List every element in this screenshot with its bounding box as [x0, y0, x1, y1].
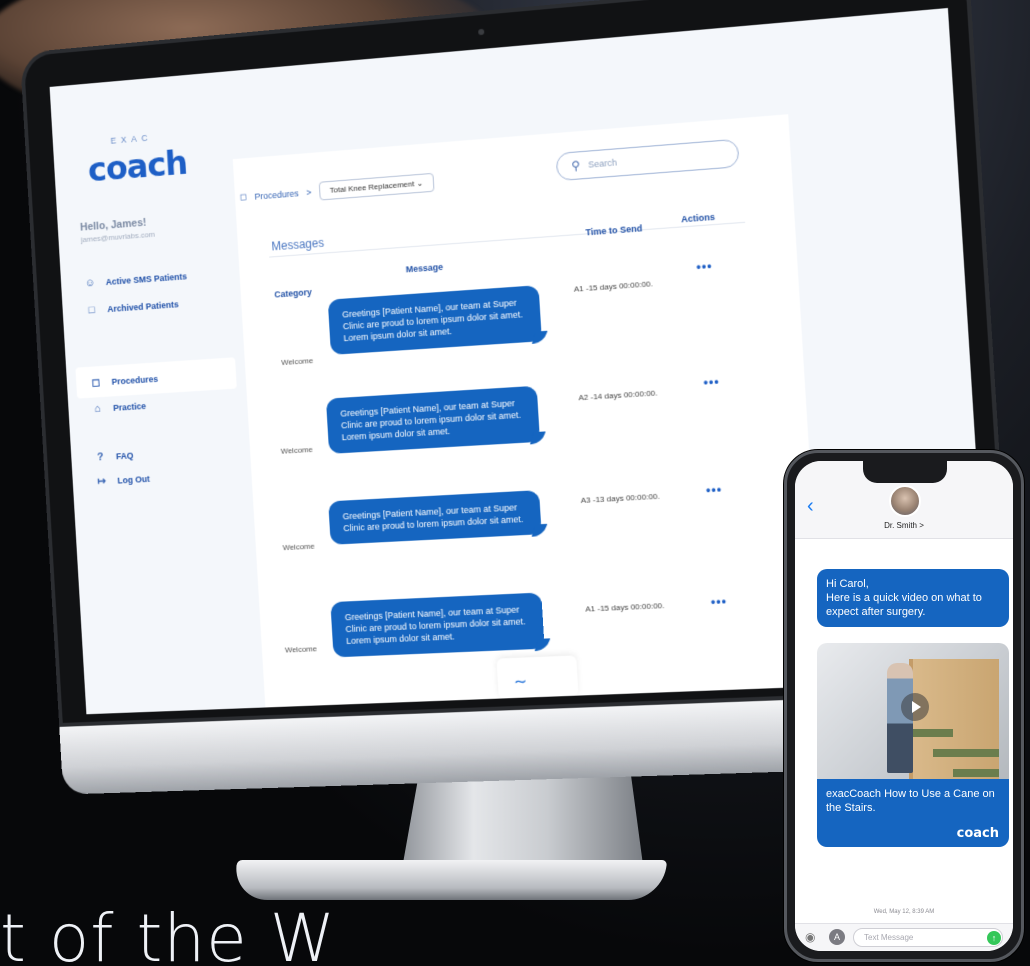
timestamp: Wed, May 12, 8:39 AM [873, 909, 935, 915]
contact-name[interactable]: Dr. Smith > [795, 521, 1013, 530]
sidebar-item-label: Log Out [117, 473, 151, 486]
sidebar-item-archived-patients[interactable]: □ Archived Patients [85, 298, 179, 316]
sidebar-item-log-out[interactable]: ↦ Log Out [95, 472, 150, 488]
row-category: Welcome [284, 644, 318, 655]
sidebar-item-active-sms-patients[interactable]: ☺ Active SMS Patients [83, 270, 187, 289]
logo-prefix: EXAC [110, 132, 153, 146]
phone-notch [863, 461, 947, 483]
video-thumbnail[interactable] [817, 643, 1009, 779]
monitor-stand-base [232, 860, 668, 900]
row-actions-button[interactable]: ••• [696, 259, 713, 274]
row-actions-button[interactable]: ••• [706, 482, 723, 497]
sidebar-item-label: Practice [112, 401, 147, 413]
avatar[interactable] [889, 485, 921, 517]
send-icon[interactable]: ↑ [987, 931, 1001, 945]
building-icon: ⌂ [93, 402, 101, 415]
logout-icon: ↦ [97, 475, 107, 488]
wave-icon: ∼ [513, 673, 528, 692]
question-icon: ? [96, 451, 104, 464]
chat-icon: ◻ [91, 376, 101, 389]
row-category: Welcome [280, 445, 313, 456]
camera-icon[interactable]: ◉ [805, 930, 815, 944]
sidebar-item-label: Archived Patients [107, 299, 179, 315]
play-icon[interactable] [901, 693, 929, 721]
camera-icon [478, 28, 485, 36]
sidebar-item-faq[interactable]: ? FAQ [93, 450, 134, 464]
floating-card[interactable]: ∼ [496, 655, 579, 699]
sidebar-item-label: Procedures [111, 373, 159, 387]
caption-logo: coach [956, 826, 999, 841]
message-input-bar: ◉ A Text Message ↑ [795, 923, 1013, 951]
search-placeholder: Search [587, 157, 618, 170]
chat-message: Hi Carol, Here is a quick video on what … [817, 569, 1009, 627]
row-actions-button[interactable]: ••• [710, 594, 727, 609]
breadcrumb-procedures-link[interactable]: Procedures [254, 188, 299, 201]
background-tagline: t of the W [0, 900, 337, 966]
search-icon: ⚲ [570, 158, 581, 174]
text-message-placeholder: Text Message [864, 933, 914, 942]
app-store-icon[interactable]: A [829, 929, 845, 945]
row-actions-button[interactable]: ••• [703, 374, 720, 389]
video-caption: exacCoach How to Use a Cane on the Stair… [817, 779, 1009, 847]
chevron-down-icon: ⌄ [416, 178, 424, 189]
back-chevron-icon[interactable]: ‹ [807, 495, 814, 518]
chat-icon: ◻ [239, 191, 248, 202]
row-category: Welcome [282, 541, 315, 553]
stairs-image [909, 659, 999, 779]
person-icon: ☺ [84, 277, 96, 290]
sidebar-item-label: FAQ [115, 450, 134, 462]
sidebar-item-practice[interactable]: ⌂ Practice [91, 400, 147, 415]
sidebar-item-label: Active SMS Patients [105, 271, 188, 287]
folder-icon: □ [88, 304, 96, 317]
message-bubble[interactable]: Greetings [Patient Name], our team at Su… [330, 592, 545, 658]
text-message-input[interactable]: Text Message [853, 928, 1003, 947]
video-caption-text: exacCoach How to Use a Cane on the Stair… [826, 788, 995, 814]
phone-screen: ‹ Dr. Smith > Hi Carol, Here is a quick … [795, 461, 1013, 951]
breadcrumb-separator: > [305, 186, 312, 198]
procedure-select-value: Total Knee Replacement [329, 179, 415, 195]
logo: coach [86, 143, 189, 191]
smartphone: ‹ Dr. Smith > Hi Carol, Here is a quick … [784, 450, 1024, 962]
